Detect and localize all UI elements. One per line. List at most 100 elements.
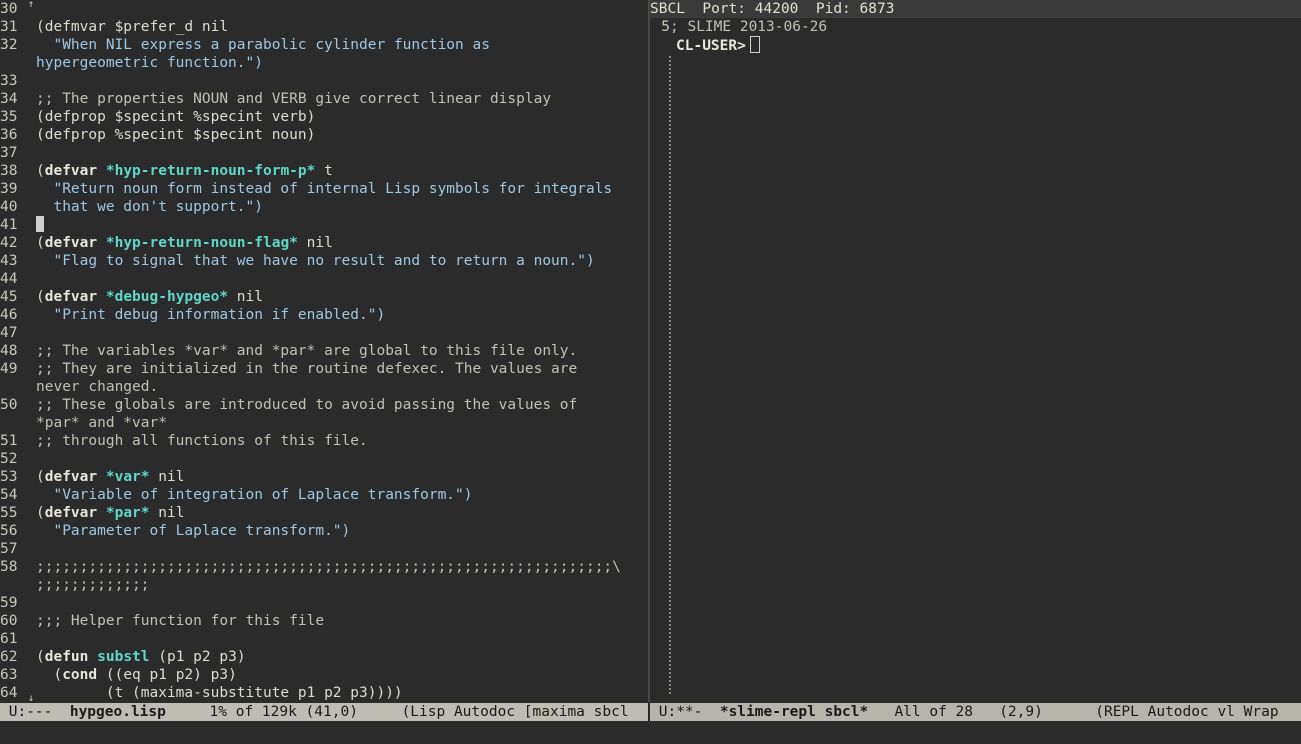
code-line[interactable]: 48 ;; The variables *var* and *par* are g… bbox=[0, 342, 648, 360]
comment-text: ;;;;;;;;;;;;; bbox=[36, 577, 150, 593]
code-line[interactable]: 63 (cond ((eq p1 p2) p3) bbox=[0, 666, 648, 684]
left-mode-line[interactable]: U:--- hypgeo.lisp 1% of 129k (41,0) (Lis… bbox=[0, 703, 648, 721]
scroll-up-arrow-icon: ↑ bbox=[28, 0, 35, 10]
code-line[interactable]: 52 bbox=[0, 450, 648, 468]
code-text: t bbox=[315, 163, 333, 179]
code-line[interactable]: 59 bbox=[0, 594, 648, 612]
code-line[interactable]: 58;;;;;;;;;;;;;;;;;;;;;;;;;;;;;;;;;;;;;;… bbox=[0, 558, 648, 576]
code-text: nil bbox=[149, 505, 185, 521]
code-line[interactable]: 46 "Print debug information if enabled."… bbox=[0, 306, 648, 324]
code-text: ( bbox=[36, 163, 45, 179]
code-line[interactable]: 30 ↑ bbox=[0, 0, 648, 18]
variable-token: *debug-hypgeo* bbox=[105, 289, 229, 305]
code-line[interactable]: 56 "Parameter of Laplace transform.") bbox=[0, 522, 648, 540]
code-text: (defprop %specint $specint noun) bbox=[36, 127, 316, 143]
code-text: nil bbox=[297, 235, 333, 251]
comment-text: ;; The properties NOUN and VERB give cor… bbox=[36, 91, 552, 107]
code-line[interactable]: 44 bbox=[0, 270, 648, 288]
repl-line-number: 5 bbox=[661, 19, 670, 35]
keyword-token: defvar bbox=[44, 289, 98, 305]
comment-text: ;; The variables *var* and *par* are glo… bbox=[36, 343, 578, 359]
code-line[interactable]: 36 (defprop %specint $specint noun) bbox=[0, 126, 648, 144]
keyword-token: defun bbox=[44, 649, 89, 665]
repl-banner: ; SLIME 2013-06-26 bbox=[670, 19, 828, 35]
code-line[interactable]: 40 that we don't support.") bbox=[0, 198, 648, 216]
source-editor-pane[interactable]: 30 ↑ 31 (defmvar $prefer_d nil 32 "When NIL … bbox=[0, 0, 648, 702]
line-number: 61 bbox=[0, 631, 18, 647]
line-number: 62 bbox=[0, 649, 18, 665]
code-text: ( bbox=[36, 289, 45, 305]
line-number: 52 bbox=[0, 451, 18, 467]
code-line[interactable]: 57 bbox=[0, 540, 648, 558]
line-number: 31 bbox=[0, 19, 18, 35]
code-line[interactable]: 55 (defvar *par* nil bbox=[0, 504, 648, 522]
code-line[interactable]: 51 ;; through all functions of this file. bbox=[0, 432, 648, 450]
code-text: nil bbox=[149, 469, 185, 485]
echo-area[interactable] bbox=[0, 721, 1301, 744]
code-line[interactable]: 39 "Return noun form instead of internal… bbox=[0, 180, 648, 198]
code-line[interactable]: 47 bbox=[0, 324, 648, 342]
code-line[interactable]: 61 bbox=[0, 630, 648, 648]
code-line[interactable]: 54 "Variable of integration of Laplace t… bbox=[0, 486, 648, 504]
line-number: 51 bbox=[0, 433, 18, 449]
line-number: 56 bbox=[0, 523, 18, 539]
code-line[interactable]: 38 (defvar *hyp-return-noun-form-p* t bbox=[0, 162, 648, 180]
keyword-token: cond bbox=[62, 667, 98, 683]
repl-cursor bbox=[749, 36, 760, 53]
code-line[interactable]: 35 (defprop $specint %specint verb) bbox=[0, 108, 648, 126]
code-line[interactable]: hypergeometric function.") bbox=[0, 54, 648, 72]
modeline-modes[interactable]: (Lisp Autodoc [maxima sbcl bbox=[402, 704, 629, 720]
code-line[interactable]: 62 (defun substl (p1 p2 p3) bbox=[0, 648, 648, 666]
code-line[interactable]: 34 ;; The properties NOUN and VERB give c… bbox=[0, 90, 648, 108]
code-line[interactable]: 45 (defvar *debug-hypgeo* nil bbox=[0, 288, 648, 306]
keyword-token: defvar bbox=[44, 505, 98, 521]
modeline-modes[interactable]: (REPL Autodoc vl Wrap bbox=[1095, 704, 1278, 720]
modeline-buffer-name[interactable]: *slime-repl sbcl* bbox=[720, 704, 868, 720]
code-line[interactable]: *par* and *var* bbox=[0, 414, 648, 432]
code-line[interactable]: 64 (t (maxima-substitute p1 p2 p3)))) ↓ bbox=[0, 684, 648, 702]
line-number: 47 bbox=[0, 325, 18, 341]
code-line[interactable]: ;;;;;;;;;;;;; bbox=[0, 576, 648, 594]
code-line[interactable]: 33 bbox=[0, 72, 648, 90]
code-line[interactable]: 32 "When NIL express a parabolic cylinde… bbox=[0, 36, 648, 54]
docstring-text: hypergeometric function.") bbox=[36, 55, 263, 71]
code-line[interactable]: 31 (defmvar $prefer_d nil bbox=[0, 18, 648, 36]
line-number: 57 bbox=[0, 541, 18, 557]
code-text: (t (maxima-substitute p1 p2 p3)))) bbox=[36, 685, 403, 701]
line-number: 33 bbox=[0, 73, 18, 89]
docstring-text: that we don't support.") bbox=[36, 199, 263, 215]
code-line[interactable]: 42 (defvar *hyp-return-noun-flag* nil bbox=[0, 234, 648, 252]
right-mode-line[interactable]: U:**- *slime-repl sbcl* All of 28 (2,9) … bbox=[650, 703, 1301, 721]
keyword-token: defvar bbox=[44, 235, 98, 251]
code-line[interactable]: 41 bbox=[0, 216, 648, 234]
line-number: 53 bbox=[0, 469, 18, 485]
comment-text: ;; They are initialized in the routine d… bbox=[36, 361, 578, 377]
code-line[interactable]: 53 (defvar *var* nil bbox=[0, 468, 648, 486]
modeline-buffer-name[interactable]: hypgeo.lisp bbox=[70, 704, 166, 720]
code-text: (defprop $specint %specint verb) bbox=[36, 109, 316, 125]
line-number: 58 bbox=[0, 559, 18, 575]
line-number: 42 bbox=[0, 235, 18, 251]
comment-text: never changed. bbox=[36, 379, 159, 395]
comment-text: *par* and *var* bbox=[36, 415, 167, 431]
repl-prompt-line[interactable]: CL-USER> bbox=[650, 36, 1301, 54]
line-number: 40 bbox=[0, 199, 18, 215]
code-line[interactable]: 60 ;;; Helper function for this file bbox=[0, 612, 648, 630]
code-line[interactable]: 49 ;; They are initialized in the routine… bbox=[0, 360, 648, 378]
repl-pane[interactable]: SBCL Port: 44200 Pid: 6873 5; SLIME 2013… bbox=[650, 0, 1301, 702]
line-number: 49 bbox=[0, 361, 18, 377]
code-line[interactable]: never changed. bbox=[0, 378, 648, 396]
modeline-status: U:--- bbox=[0, 704, 70, 720]
line-number: 48 bbox=[0, 343, 18, 359]
code-text: ( bbox=[36, 667, 63, 683]
code-line[interactable]: 37 bbox=[0, 144, 648, 162]
scroll-down-arrow-icon: ↓ bbox=[28, 693, 35, 702]
repl-banner-line: 5; SLIME 2013-06-26 bbox=[650, 18, 1301, 36]
line-number: 55 bbox=[0, 505, 18, 521]
code-line[interactable]: 43 "Flag to signal that we have no resul… bbox=[0, 252, 648, 270]
docstring-text: "Flag to signal that we have no result a… bbox=[36, 253, 595, 269]
code-line[interactable]: 50 ;; These globals are introduced to avo… bbox=[0, 396, 648, 414]
variable-token: *var* bbox=[105, 469, 150, 485]
